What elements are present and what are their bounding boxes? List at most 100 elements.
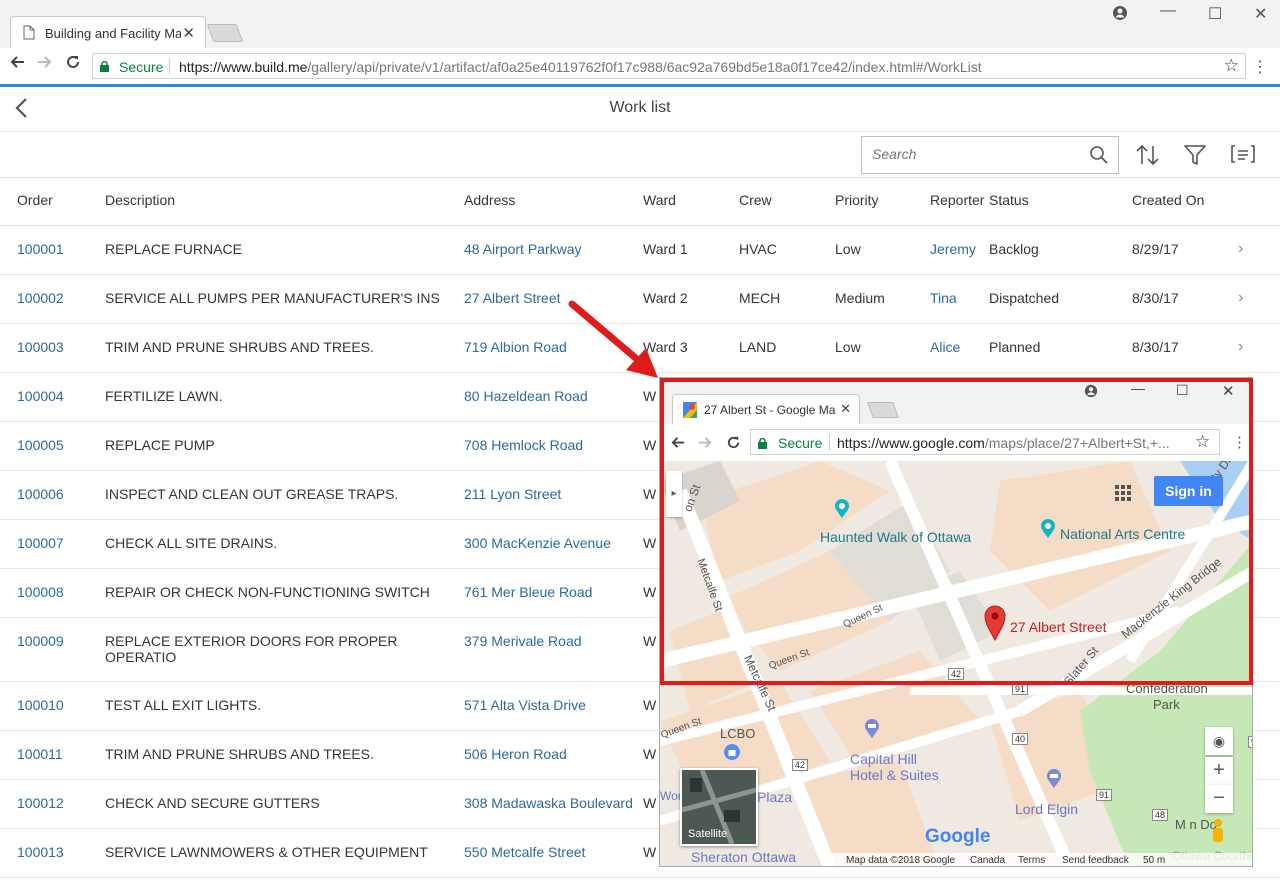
browser-menu-icon[interactable]: ⋮	[1252, 57, 1268, 77]
order-link[interactable]: 100006	[17, 486, 64, 502]
column-header-ward[interactable]: Ward	[643, 192, 676, 208]
column-header-order[interactable]: Order	[17, 192, 53, 208]
address-link[interactable]: 708 Hemlock Road	[464, 437, 583, 453]
group-settings-icon[interactable]	[1231, 144, 1255, 169]
address-link[interactable]: 379 Merivale Road	[464, 633, 582, 649]
maximize-icon[interactable]: ☐	[1208, 4, 1222, 24]
map-label-park: Park	[1153, 697, 1180, 712]
chevron-right-icon[interactable]: ›	[1238, 338, 1243, 356]
browser-tab[interactable]: Building and Facility Mai ✕	[10, 16, 206, 48]
close-window-icon[interactable]: ✕	[1254, 4, 1267, 24]
address-link[interactable]: 308 Madawaska Boulevard	[464, 795, 633, 811]
order-link[interactable]: 100010	[17, 697, 64, 713]
order-link[interactable]: 100011	[17, 746, 63, 762]
sort-icon[interactable]	[1136, 144, 1160, 171]
description-cell: REPLACE FURNACE	[105, 241, 242, 257]
table-toolbar	[0, 132, 1280, 178]
column-header-description[interactable]: Description	[105, 192, 175, 208]
ward-cell: W	[643, 486, 657, 502]
route-shield: 91	[1096, 789, 1113, 801]
column-header-crew[interactable]: Crew	[739, 192, 772, 208]
ward-cell: W	[643, 437, 657, 453]
hotel-pin-icon[interactable]	[1046, 769, 1062, 794]
minimize-icon[interactable]: —	[1160, 2, 1176, 20]
order-link[interactable]: 100007	[17, 535, 64, 551]
address-link[interactable]: 48 Airport Parkway	[464, 241, 582, 257]
highlight-annotation-box	[660, 378, 1253, 685]
back-arrow-icon[interactable]	[9, 54, 25, 75]
column-header-reporter[interactable]: Reporter	[930, 192, 984, 208]
description-cell: TRIM AND PRUNE SHRUBS AND TREES.	[105, 339, 374, 355]
reporter-link[interactable]: Jeremy	[930, 241, 976, 257]
page-title: Work list	[609, 99, 671, 116]
column-header-priority[interactable]: Priority	[835, 192, 879, 208]
map-label-capital-hill[interactable]: Capital Hill	[850, 751, 917, 767]
ward-cell: W	[643, 746, 657, 762]
map-label-lcbo[interactable]: LCBO	[720, 726, 755, 741]
order-link[interactable]: 100012	[17, 795, 64, 811]
address-link[interactable]: 80 Hazeldean Road	[464, 388, 588, 404]
order-link[interactable]: 100005	[17, 437, 64, 453]
zoom-out-button[interactable]: −	[1205, 785, 1233, 813]
new-tab-button[interactable]	[206, 24, 244, 42]
terms-link[interactable]: Terms	[1018, 855, 1045, 866]
tab-close-icon[interactable]: ✕	[182, 24, 195, 42]
order-link[interactable]: 100013	[17, 844, 64, 860]
reporter-link[interactable]: Tina	[930, 290, 957, 306]
priority-cell: Low	[835, 241, 861, 257]
chevron-right-icon[interactable]: ›	[1238, 289, 1243, 307]
map-scale[interactable]: 50 m	[1143, 855, 1165, 866]
filter-icon[interactable]	[1184, 144, 1206, 171]
forward-arrow-icon[interactable]	[37, 54, 53, 75]
map-label-capital-hill-suites[interactable]: Hotel & Suites	[850, 767, 939, 783]
address-link[interactable]: 550 Metcalfe Street	[464, 844, 585, 860]
map-region-link[interactable]: Canada	[970, 855, 1005, 866]
ward-cell: W	[643, 388, 657, 404]
bookmark-star-icon[interactable]: ☆	[1224, 56, 1239, 76]
zoom-in-button[interactable]: +	[1205, 757, 1233, 785]
order-link[interactable]: 100001	[17, 241, 64, 257]
column-header-created-on[interactable]: Created On	[1132, 192, 1204, 208]
address-link[interactable]: 506 Heron Road	[464, 746, 567, 762]
search-icon[interactable]	[1090, 146, 1108, 169]
description-cell: SERVICE LAWNMOWERS & OTHER EQUIPMENT	[105, 844, 428, 860]
order-link[interactable]: 100008	[17, 584, 64, 600]
description-cell: INSPECT AND CLEAN OUT GREASE TRAPS.	[105, 486, 399, 502]
chevron-right-icon[interactable]: ›	[1238, 240, 1243, 258]
status-cell: Planned	[989, 339, 1041, 355]
order-link[interactable]: 100004	[17, 388, 64, 404]
satellite-toggle[interactable]: Satellite	[680, 768, 758, 846]
column-header-status[interactable]: Status	[989, 192, 1029, 208]
shopping-bag-icon[interactable]	[724, 744, 740, 765]
address-bar[interactable]: Secure https://www.build.me/gallery/api/…	[92, 53, 1246, 79]
map-label-plaza: Plaza	[757, 789, 793, 805]
reload-icon[interactable]	[65, 54, 81, 75]
address-link[interactable]: 761 Mer Bleue Road	[464, 584, 592, 600]
map-label-lord-elgin[interactable]: Lord Elgin	[1015, 801, 1078, 817]
ward-cell: W	[643, 697, 657, 713]
my-location-button[interactable]: ◉	[1205, 727, 1233, 755]
route-shield: 48	[1152, 809, 1169, 821]
profile-icon[interactable]	[1112, 5, 1128, 26]
google-logo: Google	[925, 826, 991, 847]
search-input[interactable]	[872, 146, 1072, 162]
map-label-sheraton[interactable]: Sheraton Ottawa	[691, 849, 796, 865]
address-link[interactable]: 211 Lyon Street	[464, 486, 561, 502]
search-field[interactable]	[861, 136, 1119, 174]
description-cell: REPLACE EXTERIOR DOORS FOR PROPER	[105, 633, 398, 649]
table-row[interactable]: 100001 REPLACE FURNACE 48 Airport Parkwa…	[0, 226, 1280, 275]
address-link[interactable]: 571 Alta Vista Drive	[464, 697, 586, 713]
send-feedback-link[interactable]: Send feedback	[1062, 855, 1129, 866]
address-link[interactable]: 300 MacKenzie Avenue	[464, 535, 611, 551]
pegman-icon[interactable]	[1210, 818, 1226, 849]
reporter-link[interactable]: Alice	[930, 339, 960, 355]
address-link[interactable]: 27 Albert Street	[464, 290, 561, 306]
order-link[interactable]: 100009	[17, 633, 64, 649]
satellite-label: Satellite	[688, 828, 728, 840]
order-link[interactable]: 100003	[17, 339, 64, 355]
url-text[interactable]: https://www.build.me/gallery/api/private…	[179, 59, 982, 75]
hotel-pin-icon[interactable]	[864, 719, 880, 744]
order-link[interactable]: 100002	[17, 290, 64, 306]
column-header-address[interactable]: Address	[464, 192, 515, 208]
address-link[interactable]: 719 Albion Road	[464, 339, 567, 355]
